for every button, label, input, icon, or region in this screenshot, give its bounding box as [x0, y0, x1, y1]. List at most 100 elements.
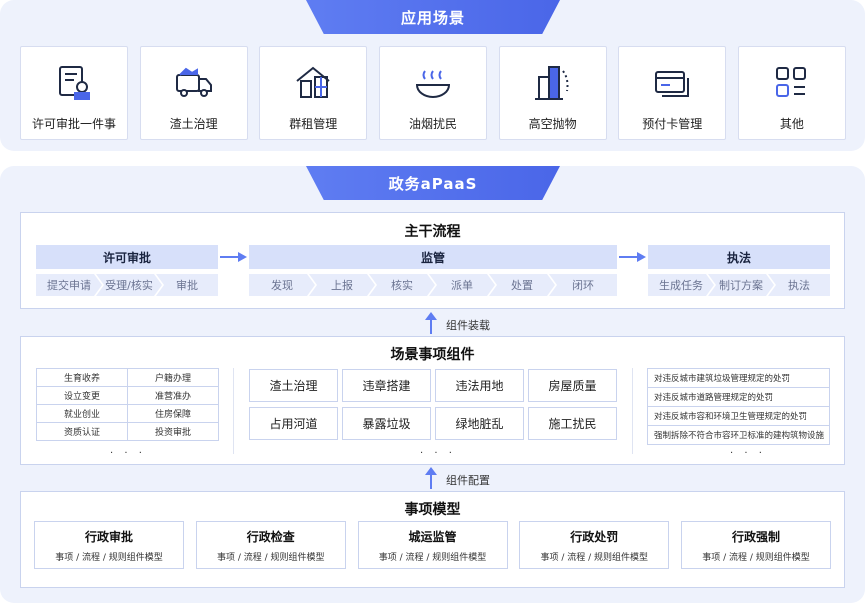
model-card-subtitle: 事项 / 流程 / 规则组件模型	[378, 552, 487, 563]
table-cell[interactable]: 住房保障	[128, 405, 219, 423]
flow-step[interactable]: 核实	[369, 274, 435, 296]
model-card-subtitle: 事项 / 流程 / 规则组件模型	[540, 552, 648, 563]
category-cell[interactable]: 绿地脏乱	[435, 407, 524, 440]
category-cell[interactable]: 占用河道	[249, 407, 338, 440]
scene-card-other[interactable]: 其他	[737, 46, 846, 140]
table-row: 资质认证 投资审批	[37, 423, 219, 441]
scene-card-prepaid[interactable]: 预付卡管理	[618, 46, 727, 140]
grid-apps-icon	[775, 67, 806, 97]
flow-step[interactable]: 受理/核实	[96, 274, 162, 296]
scene-label: 其他	[779, 117, 804, 131]
flow-steps-enforce: 生成任务 制订方案 执法	[648, 274, 830, 296]
flow-group-head-permit: 许可审批	[36, 245, 218, 269]
scene-card-muck[interactable]: 渣土治理	[139, 46, 248, 140]
model-card-enforcement[interactable]: 行政强制 事项 / 流程 / 规则组件模型	[681, 521, 831, 569]
category-cell[interactable]: 房屋质量	[528, 369, 617, 402]
scene-card-highrise[interactable]: 高空抛物	[498, 46, 607, 140]
table-cell[interactable]: 户籍办理	[128, 369, 219, 387]
model-card-subtitle: 事项 / 流程 / 规则组件模型	[702, 552, 810, 563]
table-cell[interactable]: 资质认证	[37, 423, 128, 441]
rule-item[interactable]: 对违反城市道路管理规定的处罚	[648, 388, 829, 407]
more-ellipsis: · · ·	[730, 448, 766, 459]
table-row: 就业创业 住房保障	[37, 405, 219, 423]
model-card-title: 城运监管	[408, 529, 457, 544]
rule-item[interactable]: 对违反城市容和环境卫生管理规定的处罚	[648, 407, 829, 426]
model-card-list: 行政审批 事项 / 流程 / 规则组件模型 行政检查 事项 / 流程 / 规则组…	[34, 521, 831, 569]
scene-card-fumes[interactable]: 油烟扰民	[378, 46, 487, 140]
rule-item[interactable]: 对违反城市建筑垃圾管理规定的处罚	[648, 369, 829, 388]
more-ellipsis: · · ·	[110, 448, 146, 459]
model-card-subtitle: 事项 / 流程 / 规则组件模型	[216, 552, 325, 563]
house-icon	[296, 66, 330, 98]
rule-list: 对违反城市建筑垃圾管理规定的处罚 对违反城市道路管理规定的处罚 对违反城市容和环…	[647, 368, 830, 445]
flow-step[interactable]: 审批	[156, 274, 218, 296]
arrow-right-icon	[220, 252, 247, 262]
table-cell[interactable]: 准营准办	[128, 387, 219, 405]
more-ellipsis: · · ·	[420, 448, 456, 459]
model-card-approval[interactable]: 行政审批 事项 / 流程 / 规则组件模型	[34, 521, 184, 569]
flow-step[interactable]: 处置	[489, 274, 555, 296]
model-card-title: 行政处罚	[570, 529, 619, 544]
category-cell[interactable]: 施工扰民	[528, 407, 617, 440]
main-flow-title: 主干流程	[404, 224, 461, 240]
scene-label: 预付卡管理	[642, 117, 703, 131]
service-table: 生育收养 户籍办理 设立变更 准营准办 就业创业 住房保障 资质认证 投资审批	[36, 368, 219, 441]
rule-item[interactable]: 强制拆除不符合市容环卫标准的建构筑物设施	[648, 426, 829, 445]
scene-card-rental[interactable]: 群租管理	[259, 46, 368, 140]
scene-label: 群租管理	[289, 117, 338, 131]
scene-list: 许可审批一件事 渣土治理 群租管理 油烟扰民 高空抛物 预付卡管理 其他	[20, 46, 846, 140]
item-model-title: 事项模型	[404, 502, 461, 518]
model-card-penalty[interactable]: 行政处罚 事项 / 流程 / 规则组件模型	[519, 521, 670, 569]
scene-label: 许可审批一件事	[31, 117, 116, 131]
main-flow-box: 主干流程 许可审批 提交申请 受理/核实 审批 监管 发现 上报 核实 派单 处…	[20, 212, 845, 309]
tall-building-icon	[534, 66, 569, 100]
flow-step[interactable]: 生成任务	[648, 274, 714, 296]
scene-label: 高空抛物	[528, 117, 577, 131]
table-row: 生育收养 户籍办理	[37, 369, 219, 387]
table-cell[interactable]: 生育收养	[37, 369, 128, 387]
flow-steps-permit: 提交申请 受理/核实 审批	[36, 274, 218, 296]
table-cell[interactable]: 投资审批	[128, 423, 219, 441]
model-card-city-ops[interactable]: 城运监管 事项 / 流程 / 规则组件模型	[357, 521, 508, 569]
category-cell[interactable]: 违法用地	[435, 369, 524, 402]
scene-card-permit[interactable]: 许可审批一件事	[20, 46, 128, 140]
arrow-up-icon	[425, 467, 437, 489]
model-card-title: 行政审批	[84, 529, 133, 544]
flow-step[interactable]: 发现	[249, 274, 315, 296]
card-icon	[655, 71, 690, 97]
config-label: 组件配置	[446, 474, 490, 487]
flow-group-head-supervise: 监管	[249, 245, 617, 269]
table-row: 设立变更 准营准办	[37, 387, 219, 405]
model-card-title: 行政检查	[246, 529, 295, 544]
flow-step[interactable]: 派单	[429, 274, 495, 296]
dump-truck-icon	[175, 67, 212, 97]
model-card-inspection[interactable]: 行政检查 事项 / 流程 / 规则组件模型	[195, 521, 346, 569]
flow-steps-supervise: 发现 上报 核实 派单 处置 闭环	[249, 274, 617, 296]
document-seal-icon	[59, 66, 90, 100]
table-cell[interactable]: 设立变更	[37, 387, 128, 405]
flow-step[interactable]: 执法	[768, 274, 830, 296]
category-cell[interactable]: 违章搭建	[342, 369, 431, 402]
platform-title: 政务aPaaS	[306, 166, 560, 200]
assembly-label: 组件装载	[446, 319, 490, 332]
scene-label: 油烟扰民	[408, 117, 457, 131]
model-card-subtitle: 事项 / 流程 / 规则组件模型	[55, 552, 163, 563]
divider	[233, 368, 234, 454]
category-grid: 渣土治理 违章搭建 违法用地 房屋质量 占用河道 暴露垃圾 绿地脏乱 施工扰民	[249, 369, 617, 440]
arrow-up-icon	[425, 312, 437, 334]
arrow-right-icon	[619, 252, 646, 262]
table-cell[interactable]: 就业创业	[37, 405, 128, 423]
application-scenes-title: 应用场景	[306, 0, 560, 34]
scene-label: 渣土治理	[169, 117, 218, 131]
flow-group-head-enforce: 执法	[648, 245, 830, 269]
divider	[632, 368, 633, 454]
flow-step[interactable]: 制订方案	[708, 274, 774, 296]
model-card-title: 行政强制	[731, 529, 780, 544]
cooking-pot-icon	[415, 70, 450, 98]
category-cell[interactable]: 渣土治理	[249, 369, 338, 402]
flow-step[interactable]: 提交申请	[36, 274, 102, 296]
flow-step[interactable]: 上报	[309, 274, 375, 296]
scene-components-title: 场景事项组件	[390, 347, 475, 363]
category-cell[interactable]: 暴露垃圾	[342, 407, 431, 440]
flow-step[interactable]: 闭环	[549, 274, 617, 296]
